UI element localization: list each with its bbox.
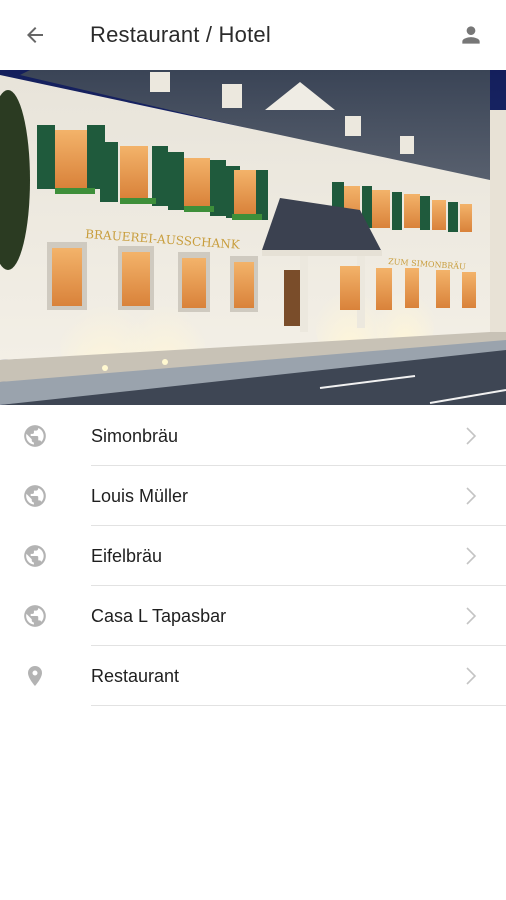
hotel-building-image: BRAUEREI-AUSSCHANK ZUM SIMONBRÄU	[0, 70, 506, 405]
list-item[interactable]: Louis Müller	[0, 466, 506, 526]
globe-icon	[22, 543, 48, 569]
divider	[91, 705, 506, 706]
list-item-label: Simonbräu	[91, 426, 179, 446]
list-item-label: Eifelbräu	[91, 546, 163, 566]
app-bar: Restaurant / Hotel	[0, 0, 506, 70]
chevron-right-icon	[466, 607, 477, 625]
list-item[interactable]: Simonbräu	[0, 406, 506, 466]
globe-icon	[22, 483, 48, 509]
account-button[interactable]	[456, 20, 486, 50]
person-icon	[462, 26, 480, 44]
list-item[interactable]: Eifelbräu	[0, 526, 506, 586]
chevron-right-icon	[466, 547, 477, 565]
list-item[interactable]: Casa L Tapasbar	[0, 586, 506, 646]
list-item-label: Casa L Tapasbar	[91, 606, 227, 626]
globe-icon	[22, 603, 48, 629]
globe-icon	[22, 423, 48, 449]
map-pin-icon	[22, 663, 48, 689]
list-item-label: Louis Müller	[91, 486, 189, 506]
arrow-left-icon	[27, 27, 43, 43]
hero-image: BRAUEREI-AUSSCHANK ZUM SIMONBRÄU	[0, 70, 506, 405]
list-item-label: Restaurant	[91, 666, 180, 686]
chevron-right-icon	[466, 427, 477, 445]
back-button[interactable]	[20, 20, 50, 50]
venue-list: Simonbräu Louis Müller Eifelbräu Casa L …	[0, 406, 506, 706]
page-title: Restaurant / Hotel	[90, 22, 271, 47]
chevron-right-icon	[466, 487, 477, 505]
chevron-right-icon	[466, 667, 477, 685]
list-item[interactable]: Restaurant	[0, 646, 506, 706]
